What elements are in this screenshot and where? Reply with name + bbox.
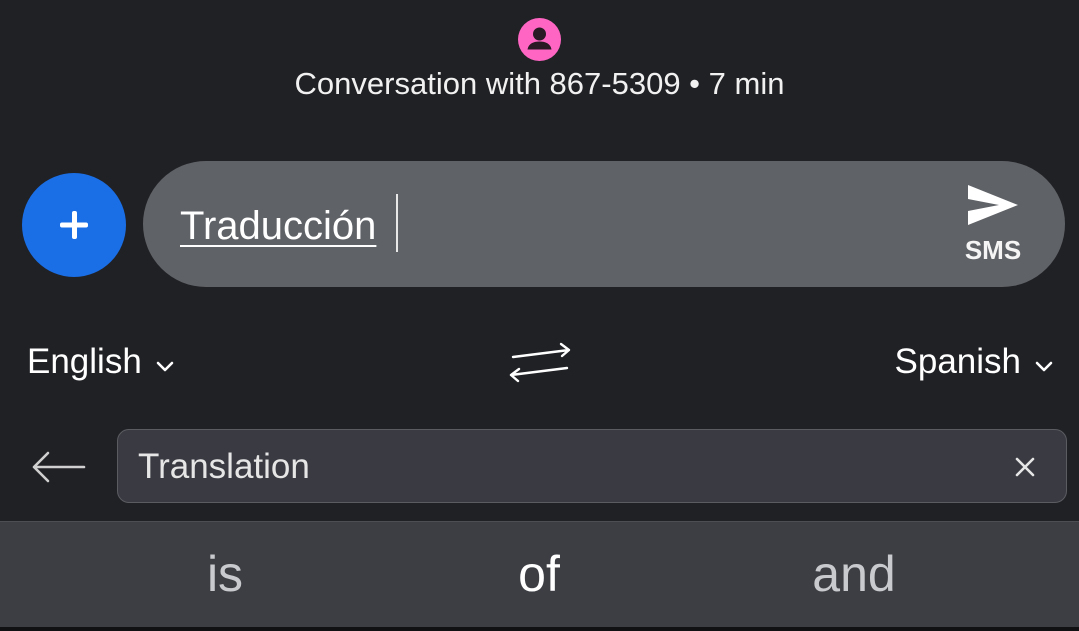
swap-languages-button[interactable] <box>505 340 575 384</box>
source-language-label: English <box>27 342 142 381</box>
suggestion-item[interactable]: of <box>369 544 709 604</box>
chevron-down-icon <box>156 340 174 384</box>
back-button[interactable] <box>28 445 88 489</box>
translate-input-box <box>117 429 1067 503</box>
suggestion-item[interactable]: is <box>55 544 395 604</box>
source-language-selector[interactable]: English <box>27 340 174 384</box>
suggestion-item[interactable]: and <box>684 544 1024 604</box>
send-sms-button[interactable]: SMS <box>949 181 1029 271</box>
conversation-title: Conversation with 867-5309 • 7 min <box>294 66 785 101</box>
clear-button[interactable] <box>1010 452 1040 482</box>
translate-input[interactable] <box>138 445 958 489</box>
swap-arrows-icon <box>509 342 571 383</box>
send-label: SMS <box>964 235 1022 265</box>
send-icon <box>968 185 1018 225</box>
text-cursor <box>396 194 398 252</box>
arrow-left-icon <box>32 451 86 483</box>
target-language-selector[interactable]: Spanish <box>895 340 1053 384</box>
person-icon <box>527 27 552 50</box>
messaging-screen: Conversation with 867-5309 • 7 min Tradu… <box>0 0 1079 631</box>
message-text: Traducción <box>180 204 377 248</box>
message-compose-field[interactable]: Traducción SMS <box>143 161 1065 287</box>
plus-icon <box>60 211 88 239</box>
close-icon <box>1015 457 1035 477</box>
suggestion-strip: is of and <box>0 521 1079 627</box>
contact-avatar[interactable] <box>518 18 561 61</box>
chevron-down-icon <box>1035 340 1053 384</box>
keyboard-divider <box>0 627 1079 631</box>
add-attachment-button[interactable] <box>22 173 126 277</box>
target-language-label: Spanish <box>894 342 1021 381</box>
